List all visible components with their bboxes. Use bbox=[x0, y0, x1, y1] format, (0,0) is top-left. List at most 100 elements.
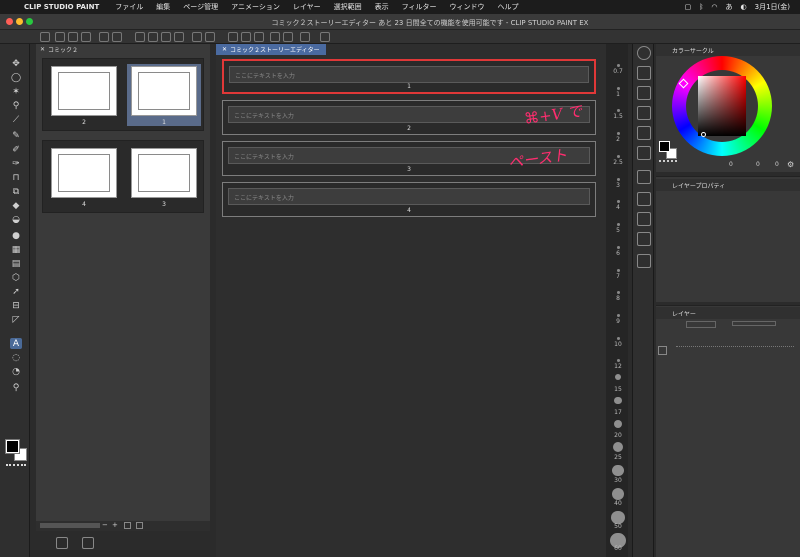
save-icon[interactable] bbox=[81, 32, 91, 42]
gradient-tool-icon[interactable]: ▦ bbox=[10, 244, 22, 255]
brush-size-dot[interactable] bbox=[617, 291, 620, 295]
zoom-slider[interactable] bbox=[40, 523, 100, 528]
deselect-icon[interactable] bbox=[205, 32, 215, 42]
story-editor-tab[interactable]: ✕ コミック２ストーリーエディター bbox=[216, 44, 326, 55]
screen-record-icon[interactable]: ▢ bbox=[685, 3, 692, 11]
ruler-tool-icon[interactable]: ⊟ bbox=[10, 300, 22, 311]
zoom-in-icon[interactable]: + bbox=[112, 521, 118, 529]
magic-wand-icon[interactable]: ✶ bbox=[10, 86, 22, 97]
move-tool-icon[interactable]: ✥ bbox=[10, 58, 22, 69]
menu-edit[interactable]: 編集 bbox=[156, 2, 170, 12]
lasso-tool-icon[interactable]: ◯ bbox=[10, 72, 22, 83]
copy-icon[interactable] bbox=[161, 32, 171, 42]
close-tab-icon[interactable]: ✕ bbox=[40, 46, 45, 53]
close-tab-icon[interactable]: ✕ bbox=[222, 46, 227, 53]
story-text-input[interactable]: ここにテキストを入力 bbox=[228, 188, 590, 205]
cut-icon[interactable] bbox=[148, 32, 158, 42]
saturation-value-square[interactable] bbox=[698, 76, 746, 137]
snap-ruler-icon[interactable] bbox=[254, 32, 264, 42]
page-layout-icon[interactable] bbox=[82, 537, 94, 549]
app-menu[interactable]: CLIP STUDIO PAINT bbox=[24, 3, 99, 11]
zoom-out-icon[interactable]: − bbox=[102, 521, 108, 529]
brush-size-dot[interactable] bbox=[617, 336, 620, 340]
page-panel-tab[interactable]: ✕ コミック２ bbox=[36, 44, 82, 54]
brush-tool-icon[interactable]: ✑ bbox=[10, 158, 22, 169]
page-settings-icon[interactable] bbox=[124, 522, 131, 529]
brush-size-dot[interactable] bbox=[617, 109, 620, 113]
spread-view-icon[interactable] bbox=[136, 522, 143, 529]
item-bank-icon[interactable] bbox=[637, 232, 651, 246]
text-tool-icon[interactable]: A bbox=[10, 338, 22, 349]
animation-cels-icon[interactable] bbox=[637, 254, 651, 268]
bluetooth-icon[interactable]: ᛒ bbox=[699, 3, 703, 11]
transparent-color-icon[interactable] bbox=[659, 160, 677, 163]
page-thumbnail-1[interactable]: 1 bbox=[127, 64, 201, 126]
snap-perspective-icon[interactable] bbox=[283, 32, 293, 42]
menu-animation[interactable]: アニメーション bbox=[231, 2, 280, 12]
blend-tool-icon[interactable]: ● bbox=[10, 230, 22, 241]
menu-selection[interactable]: 選択範囲 bbox=[334, 2, 362, 12]
menu-page-management[interactable]: ページ管理 bbox=[183, 2, 218, 12]
brush-size-dot[interactable] bbox=[617, 268, 620, 272]
page-properties-icon[interactable] bbox=[56, 537, 68, 549]
transparent-color-icon[interactable] bbox=[6, 464, 26, 469]
material-icon[interactable] bbox=[637, 86, 651, 100]
fill-bucket-icon[interactable]: ◒ bbox=[10, 214, 22, 225]
page-thumbnail-3[interactable]: 3 bbox=[127, 146, 201, 208]
menu-filter[interactable]: フィルター bbox=[402, 2, 437, 12]
brush-size-dot[interactable] bbox=[615, 374, 621, 381]
input-method-indicator[interactable]: あ bbox=[726, 2, 733, 12]
snap-grid-icon[interactable] bbox=[270, 32, 280, 42]
menu-file[interactable]: ファイル bbox=[115, 2, 143, 12]
redo-icon[interactable] bbox=[112, 32, 122, 42]
eyedropper-icon[interactable]: ⟋ bbox=[10, 114, 22, 125]
decoration-tool-icon[interactable]: ⧉ bbox=[10, 186, 22, 197]
eraser-icon[interactable]: ◆ bbox=[10, 200, 22, 211]
pen-tool-icon[interactable]: ✎ bbox=[10, 130, 22, 141]
wifi-icon[interactable]: ◠ bbox=[711, 3, 717, 11]
quick-access-icon[interactable] bbox=[637, 192, 651, 206]
foreground-color-swatch[interactable] bbox=[5, 439, 20, 454]
menu-layer[interactable]: レイヤー bbox=[293, 2, 321, 12]
home-icon[interactable] bbox=[40, 32, 50, 42]
story-text-input[interactable]: ここにテキストを入力 bbox=[229, 66, 589, 83]
menu-help[interactable]: ヘルプ bbox=[498, 2, 519, 12]
fill-icon[interactable] bbox=[241, 32, 251, 42]
search-layer-icon[interactable] bbox=[637, 170, 651, 184]
balloon-tool-icon[interactable]: ◸ bbox=[10, 314, 22, 325]
brush-size-dot[interactable] bbox=[617, 223, 620, 227]
paste-icon[interactable] bbox=[174, 32, 184, 42]
operation-tool-icon[interactable]: ➚ bbox=[10, 286, 22, 297]
brush-size-dot[interactable] bbox=[617, 132, 620, 136]
help-icon[interactable] bbox=[320, 32, 330, 42]
tool-property-icon[interactable] bbox=[637, 106, 651, 120]
undo-icon[interactable] bbox=[99, 32, 109, 42]
brush-palette-icon[interactable] bbox=[637, 126, 651, 140]
brush-size-dot[interactable] bbox=[611, 487, 625, 501]
page-thumbnail-2[interactable]: 2 bbox=[47, 64, 121, 126]
menubar-date[interactable]: 3月1日(金) bbox=[755, 2, 790, 12]
speech-balloon-icon[interactable]: ◌ bbox=[10, 352, 22, 363]
brush-size-dot[interactable] bbox=[614, 396, 622, 405]
brush-size-dot[interactable] bbox=[617, 359, 620, 363]
brush-size-dot[interactable] bbox=[613, 419, 623, 429]
brush-size-dot[interactable] bbox=[617, 64, 620, 67]
menu-view[interactable]: 表示 bbox=[375, 2, 389, 12]
blend-mode-select[interactable] bbox=[686, 321, 716, 328]
brush-size-dot[interactable] bbox=[617, 245, 620, 249]
opacity-slider[interactable] bbox=[732, 321, 776, 326]
control-center-icon[interactable]: ◐ bbox=[741, 3, 747, 11]
brush-size-dot[interactable] bbox=[617, 200, 620, 204]
transform-icon[interactable] bbox=[192, 32, 202, 42]
page-thumbnail-4[interactable]: 4 bbox=[47, 146, 121, 208]
color-settings-icon[interactable]: ⚙ bbox=[787, 160, 794, 169]
brush-size-dot[interactable] bbox=[617, 177, 620, 181]
open-file-icon[interactable] bbox=[68, 32, 78, 42]
invert-selection-icon[interactable] bbox=[228, 32, 238, 42]
brush-size-dot[interactable] bbox=[612, 465, 624, 477]
history-icon[interactable] bbox=[637, 212, 651, 226]
pencil-tool-icon[interactable]: ✐ bbox=[10, 144, 22, 155]
navigator-icon[interactable] bbox=[637, 46, 651, 60]
brush-size-dot[interactable] bbox=[617, 314, 620, 317]
airbrush-icon[interactable]: ⊓ bbox=[10, 172, 22, 183]
